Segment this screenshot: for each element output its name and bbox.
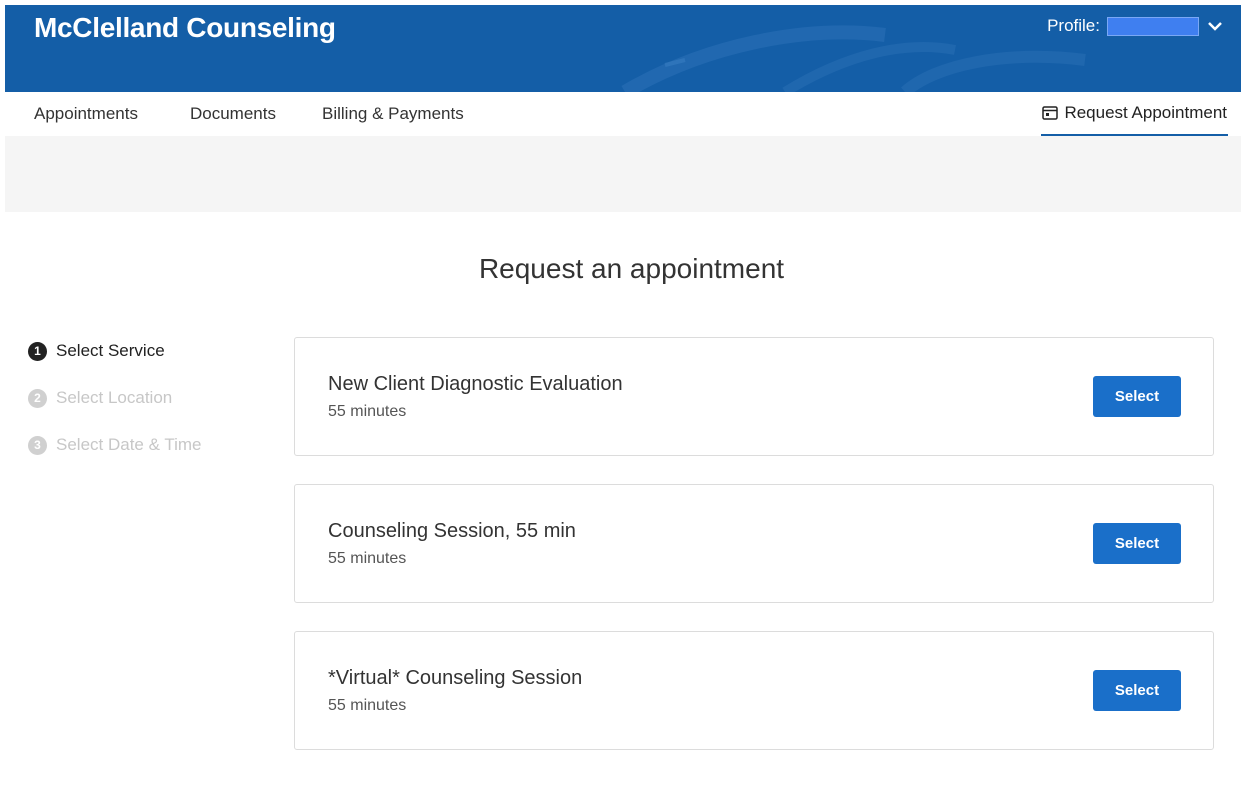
service-card: Counseling Session, 55 min 55 minutes Se…	[294, 484, 1214, 603]
request-appointment-tab[interactable]: Request Appointment	[1041, 92, 1228, 136]
select-service-button[interactable]: Select	[1093, 376, 1181, 417]
step-select-service: 1 Select Service	[28, 340, 202, 362]
service-card: *Virtual* Counseling Session 55 minutes …	[294, 631, 1214, 750]
chevron-down-icon[interactable]	[1207, 18, 1223, 34]
profile-menu[interactable]: Profile:	[1047, 16, 1223, 36]
gray-banner	[5, 136, 1241, 212]
step-number: 1	[28, 341, 47, 361]
step-select-date-time: 3 Select Date & Time	[28, 434, 202, 456]
select-service-button[interactable]: Select	[1093, 670, 1181, 711]
service-duration: 55 minutes	[328, 403, 407, 420]
service-name: Counseling Session, 55 min	[328, 520, 576, 542]
nav-documents[interactable]: Documents	[190, 104, 276, 124]
app-header: McClelland Counseling Profile:	[5, 5, 1241, 92]
nav-billing-payments[interactable]: Billing & Payments	[322, 104, 464, 124]
step-label: Select Location	[56, 388, 173, 407]
step-label: Select Date & Time	[56, 435, 202, 454]
service-name: New Client Diagnostic Evaluation	[328, 373, 623, 395]
service-duration: 55 minutes	[328, 550, 407, 567]
select-service-button[interactable]: Select	[1093, 523, 1181, 564]
step-number: 2	[28, 388, 47, 408]
main-nav: Appointments Documents Billing & Payment…	[5, 92, 1241, 136]
wizard-steps: 1 Select Service 2 Select Location 3 Sel…	[28, 340, 202, 481]
service-duration: 55 minutes	[328, 697, 407, 714]
step-label: Select Service	[56, 341, 165, 360]
nav-appointments[interactable]: Appointments	[34, 104, 138, 124]
page-title: Request an appointment	[478, 253, 785, 284]
request-appointment-label: Request Appointment	[1064, 103, 1227, 122]
profile-name-redacted	[1107, 16, 1199, 36]
service-name: *Virtual* Counseling Session	[328, 667, 583, 689]
calendar-icon	[1042, 106, 1059, 120]
service-card: New Client Diagnostic Evaluation 55 minu…	[294, 337, 1214, 456]
profile-label: Profile:	[1047, 16, 1100, 35]
step-select-location: 2 Select Location	[28, 387, 202, 409]
brand-title: McClelland Counseling	[34, 12, 336, 43]
step-number: 3	[28, 435, 47, 455]
